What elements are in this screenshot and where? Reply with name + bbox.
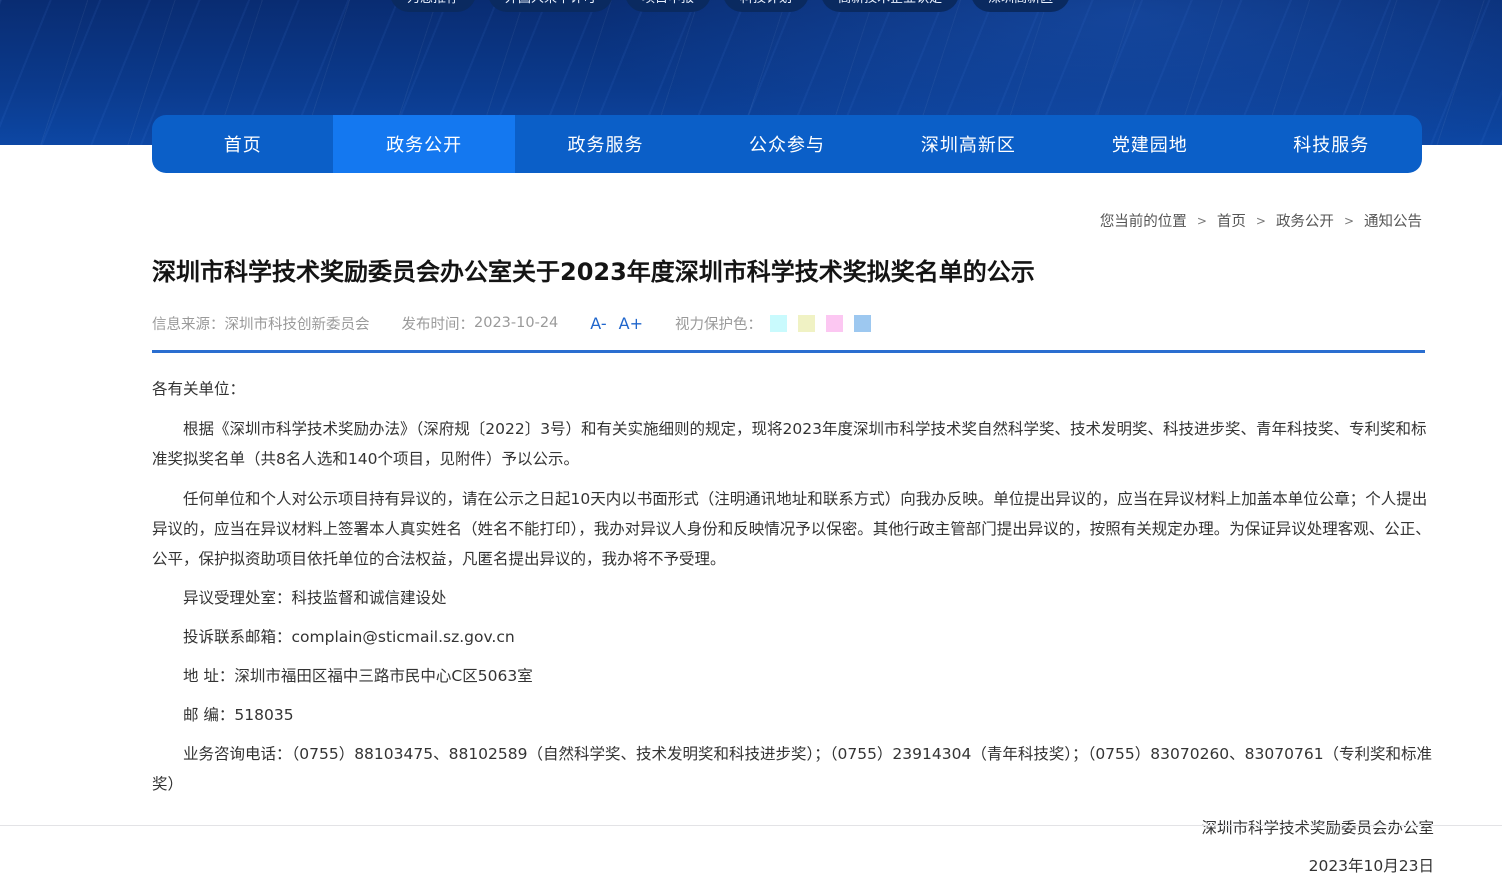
- eye-protect-swatches: [770, 315, 871, 332]
- meta-source-label: 信息来源：: [152, 313, 225, 334]
- signature: 深圳市科学技术奖励委员会办公室: [152, 813, 1434, 843]
- meta-publish-time: 发布时间： 2023-10-24: [402, 313, 559, 334]
- breadcrumb-separator: >: [1256, 214, 1266, 228]
- nav-item-tech-services[interactable]: 科技服务: [1241, 115, 1422, 173]
- breadcrumb-gov-disclosure[interactable]: 政务公开: [1276, 210, 1334, 231]
- eye-protect-label: 视力保护色：: [675, 313, 762, 334]
- quick-link-bar: 为您推荐 外国人来华许可 项目申报 科技计划 高新技术企业认定 深圳高新区: [390, 0, 1070, 12]
- nav-item-public-participation[interactable]: 公众参与: [696, 115, 877, 173]
- quick-link-recommend[interactable]: 为您推荐: [390, 0, 476, 12]
- page-title: 深圳市科学技术奖励委员会办公室关于2023年度深圳市科学技术奖拟奖名单的公示: [152, 252, 1432, 287]
- breadcrumb-separator: >: [1197, 214, 1207, 228]
- eye-color-swatch-cyan[interactable]: [770, 315, 787, 332]
- eye-protect-controls: 视力保护色：: [675, 313, 871, 334]
- font-larger-button[interactable]: A+: [619, 314, 643, 333]
- font-size-controls: A- A+: [590, 314, 643, 333]
- meta-publish-label: 发布时间：: [402, 313, 475, 334]
- quick-link-tech-plan[interactable]: 科技计划: [723, 0, 809, 12]
- quick-link-hightech-cert[interactable]: 高新技术企业认定: [821, 0, 959, 12]
- footer-divider: [0, 825, 1502, 826]
- nav-item-home[interactable]: 首页: [152, 115, 333, 173]
- meta-source: 信息来源： 深圳市科技创新委员会: [152, 313, 370, 334]
- nav-item-gov-services[interactable]: 政务服务: [515, 115, 696, 173]
- paragraph: 任何单位和个人对公示项目持有异议的，请在公示之日起10天内以书面形式（注明通讯地…: [152, 484, 1434, 574]
- meta-publish-value: 2023-10-24: [474, 315, 558, 331]
- article-body: 各有关单位： 根据《深圳市科学技术奖励办法》（深府规〔2022〕3号）和有关实施…: [152, 372, 1434, 881]
- main-nav: 首页 政务公开 政务服务 公众参与 深圳高新区 党建园地 科技服务: [152, 115, 1422, 173]
- article-meta: 信息来源： 深圳市科技创新委员会 发布时间： 2023-10-24 A- A+ …: [152, 312, 1432, 334]
- eye-color-swatch-yellow[interactable]: [798, 315, 815, 332]
- breadcrumb: 您当前的位置 > 首页 > 政务公开 > 通知公告: [1100, 210, 1422, 231]
- breadcrumb-home[interactable]: 首页: [1217, 210, 1246, 231]
- title-divider: [152, 350, 1425, 353]
- breadcrumb-prefix: 您当前的位置: [1100, 210, 1187, 231]
- info-line-phone: 业务咨询电话：（0755）88103475、88102589（自然科学奖、技术发…: [152, 739, 1434, 799]
- quick-link-hightech-zone[interactable]: 深圳高新区: [971, 0, 1070, 12]
- breadcrumb-separator: >: [1344, 214, 1354, 228]
- info-line-complaint-email: 投诉联系邮箱：complain@sticmail.sz.gov.cn: [152, 622, 1434, 652]
- info-line-objection-office: 异议受理处室：科技监督和诚信建设处: [152, 583, 1434, 613]
- nav-item-shenzhen-hightech-zone[interactable]: 深圳高新区: [878, 115, 1059, 173]
- nav-item-gov-disclosure[interactable]: 政务公开: [333, 115, 514, 173]
- info-line-postcode: 邮 编：518035: [152, 700, 1434, 730]
- eye-color-swatch-pink[interactable]: [826, 315, 843, 332]
- quick-link-foreigner-permit[interactable]: 外国人来华许可: [488, 0, 613, 12]
- paragraph: 根据《深圳市科学技术奖励办法》（深府规〔2022〕3号）和有关实施细则的规定，现…: [152, 414, 1434, 474]
- eye-color-swatch-blue[interactable]: [854, 315, 871, 332]
- signature-date: 2023年10月23日: [152, 851, 1434, 881]
- quick-link-project-apply[interactable]: 项目申报: [625, 0, 711, 12]
- meta-source-value: 深圳市科技创新委员会: [225, 313, 370, 334]
- salutation: 各有关单位：: [152, 374, 1434, 404]
- info-line-address: 地 址：深圳市福田区福中三路市民中心C区5063室: [152, 661, 1434, 691]
- nav-item-party-building[interactable]: 党建园地: [1059, 115, 1240, 173]
- breadcrumb-notices[interactable]: 通知公告: [1364, 210, 1422, 231]
- font-smaller-button[interactable]: A-: [590, 314, 606, 333]
